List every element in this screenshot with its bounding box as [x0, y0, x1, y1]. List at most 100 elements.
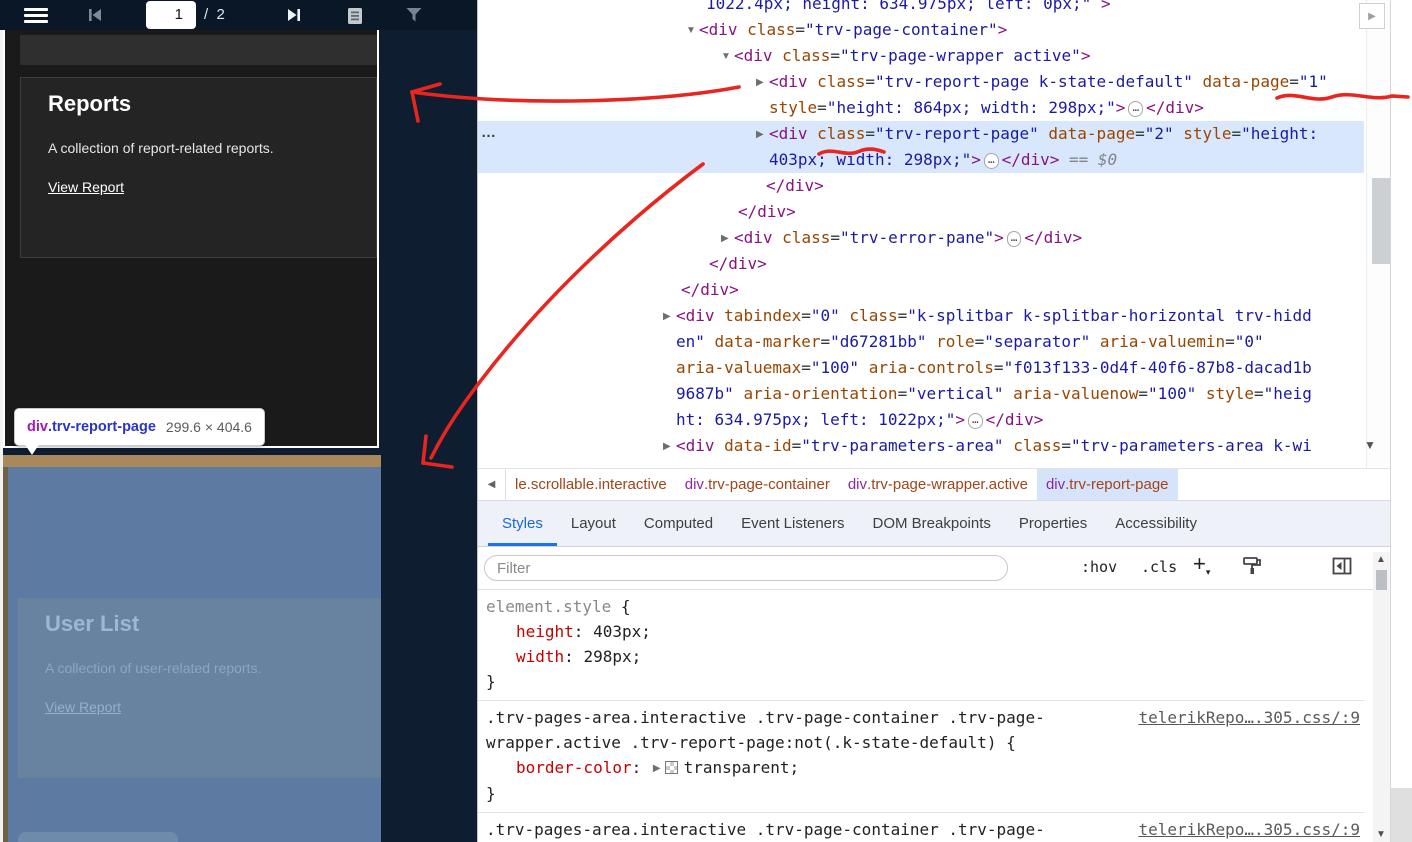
- inline-expand-badge[interactable]: …: [1006, 231, 1022, 247]
- user-list-card-title: User List: [45, 611, 140, 636]
- dom-tree-line[interactable]: ▶ <div data-id="trv-parameters-area" clas…: [478, 433, 1364, 459]
- last-page-icon[interactable]: [286, 7, 302, 23]
- tooltip-dimensions: 299.6 × 404.6: [165, 419, 252, 435]
- first-page-icon[interactable]: [87, 7, 103, 23]
- reports-card: Reports A collection of report-related r…: [20, 77, 377, 258]
- menu-icon[interactable]: [24, 8, 48, 23]
- new-style-rule-button[interactable]: +▾: [1193, 553, 1210, 583]
- css-property[interactable]: width: 298px;: [486, 644, 1356, 669]
- collapse-arrow-icon[interactable]: ▼: [686, 18, 699, 44]
- dom-tree-line[interactable]: en" data-marker="d67281bb" role="separat…: [478, 329, 1364, 355]
- report-page-1[interactable]: Reports A collection of report-related r…: [3, 30, 379, 448]
- breadcrumb-item[interactable]: div .trv-page-wrapper.active: [839, 469, 1037, 500]
- paint-brush-icon[interactable]: [1241, 555, 1263, 577]
- page2-left-border: [3, 467, 8, 842]
- color-swatch-transparent[interactable]: [664, 761, 678, 774]
- dom-tree-line-selected[interactable]: 403px; width: 298px;">… </div> == $0: [478, 147, 1364, 173]
- reports-card-description: A collection of report-related reports.: [48, 140, 274, 156]
- tab-event-listeners[interactable]: Event Listeners: [727, 501, 858, 546]
- dom-tree-line[interactable]: ▼ <div class="trv-page-container">: [478, 17, 1364, 43]
- page-number-input[interactable]: 1: [146, 1, 196, 29]
- tooltip-caret: [24, 443, 40, 455]
- dom-tree-line[interactable]: </div>: [478, 277, 1364, 303]
- dom-tree-line[interactable]: ht: 634.975px; left: 1022px;">… </div>: [478, 407, 1364, 433]
- breadcrumb-scroll-left-icon[interactable]: ◀: [478, 469, 506, 500]
- toggle-hover-state-button[interactable]: :hov: [1081, 558, 1117, 576]
- tab-layout[interactable]: Layout: [557, 501, 630, 546]
- styles-scroll-down-icon[interactable]: ▼: [1376, 829, 1386, 840]
- page-count-label: / 2: [204, 6, 225, 23]
- inline-expand-badge[interactable]: …: [968, 413, 983, 429]
- next-card-stub: [18, 832, 178, 842]
- styles-scroll-up-icon[interactable]: ▲: [1376, 554, 1386, 565]
- styles-pane: element.style {height: 403px; width: 298p…: [478, 590, 1364, 842]
- document-map-icon[interactable]: [346, 7, 364, 25]
- screenshot-root: 1 / 2 Reports A collection of report-rel…: [0, 0, 1412, 842]
- dom-tree-line[interactable]: </div>: [478, 199, 1364, 225]
- expand-shorthand-icon[interactable]: ▶: [653, 756, 661, 781]
- inline-expand-badge[interactable]: …: [1128, 101, 1144, 117]
- toggle-class-button[interactable]: .cls: [1141, 558, 1177, 576]
- gutter-overflow-indicator[interactable]: …: [481, 124, 497, 141]
- report-viewer: 1 / 2 Reports A collection of report-rel…: [0, 0, 477, 842]
- element-style-section[interactable]: element.style {height: 403px; width: 298p…: [478, 590, 1364, 701]
- dom-tree-line[interactable]: ▶ <div tabindex="0" class="k-splitbar k-s…: [478, 303, 1364, 329]
- page1-header-band: [20, 35, 377, 65]
- css-property[interactable]: height: 403px;: [486, 619, 1356, 644]
- reports-card-title: Reports: [48, 91, 132, 116]
- elements-tree-pane: 1022.4px; height: 634.975px; left: 0px;"…: [478, 0, 1364, 468]
- tab-computed[interactable]: Computed: [630, 501, 727, 546]
- devtools-panel: 1022.4px; height: 634.975px; left: 0px;"…: [477, 0, 1412, 842]
- expand-arrow-icon[interactable]: ▶: [663, 304, 676, 330]
- user-list-card-description: A collection of user-related reports.: [45, 660, 262, 676]
- stylesheet-source-link[interactable]: telerikRepo….305.css/:9: [1138, 817, 1360, 842]
- user-list-card: User List A collection of user-related r…: [18, 598, 381, 778]
- tab-properties[interactable]: Properties: [1005, 501, 1101, 546]
- breadcrumb-item[interactable]: le.scrollable.interactive: [506, 469, 676, 500]
- toggle-sidebar-icon[interactable]: [1331, 555, 1353, 577]
- breadcrumb-item-selected[interactable]: div .trv-report-page: [1036, 469, 1178, 500]
- dom-tree-line[interactable]: ▶ <div class="trv-error-pane">… </div>: [478, 225, 1364, 251]
- dom-tree-line[interactable]: 1022.4px; height: 634.975px; left: 0px;"…: [478, 0, 1364, 17]
- reports-view-report-link[interactable]: View Report: [48, 179, 124, 195]
- window-right-gutter: [1390, 0, 1412, 842]
- expand-arrow-icon[interactable]: ▶: [721, 226, 734, 252]
- inline-expand-badge[interactable]: …: [983, 153, 999, 169]
- expand-arrow-icon[interactable]: ▶: [756, 122, 769, 148]
- elements-scrollbar-thumb[interactable]: [1372, 178, 1390, 264]
- dom-tree-line[interactable]: aria-valuemax="100" aria-controls="f013f…: [478, 355, 1364, 381]
- styles-scrollbar[interactable]: ▲ ▼: [1373, 552, 1390, 842]
- scroll-down-arrow-icon[interactable]: ▼: [1364, 438, 1376, 452]
- styles-filter-bar: :hov .cls +▾: [478, 547, 1390, 590]
- dom-tree-line[interactable]: </div>: [478, 173, 1364, 199]
- highlight-border-strip: [3, 455, 381, 467]
- dom-tree-line[interactable]: 9687b" aria-orientation="vertical" aria-…: [478, 381, 1364, 407]
- tab-accessibility[interactable]: Accessibility: [1101, 501, 1211, 546]
- expand-arrow-icon[interactable]: ▶: [663, 434, 676, 460]
- styles-scrollbar-thumb[interactable]: [1376, 570, 1387, 590]
- css-rule[interactable]: telerikRepo….305.css/:9 .trv-pages-area.i…: [478, 701, 1364, 813]
- dom-tree: 1022.4px; height: 634.975px; left: 0px;"…: [478, 0, 1364, 459]
- tab-styles[interactable]: Styles: [488, 501, 557, 546]
- css-rule[interactable]: telerikRepo….305.css/:9 .trv-pages-area.i…: [478, 813, 1364, 842]
- viewer-toolbar: 1 / 2: [0, 0, 477, 30]
- user-list-view-report-link[interactable]: View Report: [45, 699, 121, 715]
- tooltip-classes: .trv-report-page: [47, 419, 156, 435]
- tab-dom-breakpoints[interactable]: DOM Breakpoints: [859, 501, 1005, 546]
- filter-funnel-icon[interactable]: [406, 7, 422, 23]
- devtools-tabs: Styles Layout Computed Event Listeners DOM B…: [478, 501, 1412, 547]
- breadcrumb-scroll-right-icon[interactable]: ▶: [1359, 3, 1385, 29]
- breadcrumb-item[interactable]: div .trv-page-container: [676, 469, 839, 500]
- dom-tree-line[interactable]: ▶ <div class="trv-report-page k-state-def…: [478, 69, 1364, 95]
- styles-filter-input[interactable]: [484, 555, 1008, 581]
- dom-tree-line[interactable]: ▼ <div class="trv-page-wrapper active">: [478, 43, 1364, 69]
- expand-arrow-icon[interactable]: ▶: [756, 70, 769, 96]
- report-page-2-highlighted[interactable]: User List A collection of user-related r…: [3, 467, 381, 842]
- dom-tree-line-selected[interactable]: ▶ <div class="trv-report-page" data-page=…: [478, 121, 1364, 147]
- dom-tree-line[interactable]: style="height: 864px; width: 298px;">… </…: [478, 95, 1364, 121]
- css-property[interactable]: border-color: ▶ transparent;: [486, 755, 1356, 781]
- dom-tree-line[interactable]: </div>: [478, 251, 1364, 277]
- breadcrumb: ◀ le.scrollable.interactive div .trv-page-…: [478, 468, 1412, 501]
- stylesheet-source-link[interactable]: telerikRepo….305.css/:9: [1138, 705, 1360, 730]
- collapse-arrow-icon[interactable]: ▼: [721, 44, 734, 70]
